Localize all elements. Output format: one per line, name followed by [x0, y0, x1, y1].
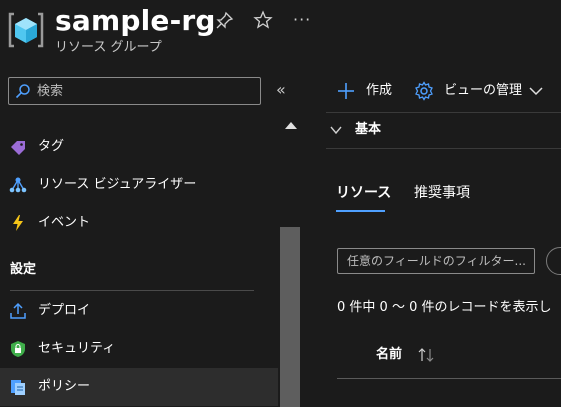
tab-recommendations[interactable]: 推奨事項 [414, 182, 470, 204]
chevron-down-icon [529, 87, 543, 96]
resource-group-icon [8, 12, 44, 48]
scroll-thumb[interactable] [280, 227, 300, 407]
create-label: 作成 [366, 83, 393, 98]
partial-icon [9, 112, 27, 114]
sidebar-item-label: デプロイ [38, 303, 91, 318]
section-divider [10, 290, 254, 291]
scroll-up-arrow-icon[interactable] [285, 122, 297, 129]
sidebar-item-policies[interactable]: ポリシー [0, 368, 278, 406]
filter-box[interactable] [337, 248, 535, 274]
records-count-text: 0 件中 0 ～ 0 件のレコードを表示し [337, 300, 552, 315]
sidebar-item-deployments[interactable]: デプロイ [0, 292, 278, 330]
tag-icon [11, 141, 25, 155]
manage-view-label: ビューの管理 [444, 83, 523, 98]
sidebar-item-security[interactable]: セキュリティ [0, 330, 278, 368]
sidebar-scrollbar[interactable] [278, 112, 302, 407]
sidebar-search[interactable] [8, 77, 261, 105]
sidebar-item-label: セキュリティ [38, 341, 116, 356]
sidebar-item-label: タグ [38, 139, 65, 154]
collapse-sidebar-button[interactable]: « [276, 80, 286, 100]
page-subtitle: リソース グループ [55, 40, 162, 55]
essentials-label: 基本 [355, 122, 382, 137]
gear-icon [415, 81, 433, 101]
selected-tab-indicator [336, 210, 385, 212]
sidebar-item-events[interactable]: イベント [0, 204, 278, 242]
sidebar-item-label: リソース ビジュアライザー [38, 177, 197, 192]
pin-icon[interactable] [215, 10, 235, 30]
column-header-name[interactable]: 名前 [376, 345, 402, 365]
filter-input[interactable] [347, 252, 531, 270]
sidebar-item-partial[interactable] [0, 112, 278, 124]
more-options-icon[interactable]: ··· [293, 10, 313, 30]
plus-icon [338, 83, 354, 99]
sidebar-item-label: ポリシー [38, 379, 91, 394]
page-title: sample-rg [55, 4, 216, 37]
sidebar-item-resource-visualizer[interactable]: リソース ビジュアライザー [0, 166, 278, 204]
sidebar-item-label: イベント [38, 215, 91, 230]
chevron-down-icon [330, 126, 342, 135]
sidebar-item-tags[interactable]: タグ [0, 128, 278, 166]
table-header-divider [337, 378, 561, 379]
sidebar-nav: タグ リソース ビジュアライザー イベント 設定 デプロイ セキュリティ ポリシ… [0, 112, 278, 407]
shield-icon [11, 341, 25, 357]
tab-resources[interactable]: リソース [336, 182, 391, 204]
star-icon[interactable] [253, 10, 273, 30]
search-icon [15, 84, 30, 99]
section-settings: 設定 [10, 262, 37, 277]
page-header: sample-rg リソース グループ ··· [0, 0, 561, 72]
resource-visualizer-icon [9, 177, 27, 193]
manage-view-button[interactable]: ビューの管理 [414, 79, 561, 103]
lightning-icon [13, 215, 23, 231]
essentials-toggle[interactable]: 基本 [326, 113, 561, 149]
policy-icon [11, 380, 25, 395]
sort-icon[interactable] [416, 346, 436, 364]
search-input[interactable] [37, 81, 252, 101]
deploy-icon [10, 302, 26, 319]
